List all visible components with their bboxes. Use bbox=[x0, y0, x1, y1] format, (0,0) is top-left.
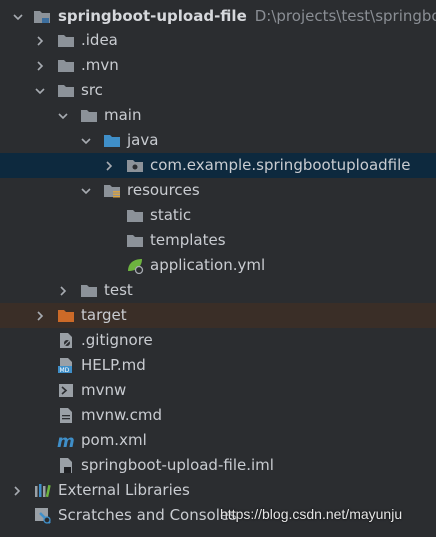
tree-label-external-libraries: External Libraries bbox=[58, 481, 190, 499]
tree-row-mvn[interactable]: .mvn bbox=[0, 53, 436, 78]
svg-text:MD: MD bbox=[60, 367, 70, 374]
tree-label-mvnw-cmd: mvnw.cmd bbox=[81, 406, 163, 424]
chevron-right-icon[interactable] bbox=[33, 303, 47, 328]
tree-row-iml[interactable]: springboot-upload-file.iml bbox=[0, 453, 436, 478]
tree-row-java[interactable]: java bbox=[0, 128, 436, 153]
folder-icon bbox=[126, 207, 144, 224]
tree-label-static: static bbox=[150, 206, 192, 224]
folder-icon bbox=[126, 232, 144, 249]
tree-row-gitignore[interactable]: .gitignore bbox=[0, 328, 436, 353]
tree-label-src: src bbox=[81, 81, 103, 99]
watermark-text: https://blog.csdn.net/mayunju bbox=[220, 506, 403, 522]
maven-icon: m bbox=[57, 432, 75, 449]
tree-label-package: com.example.springbootuploadfile bbox=[150, 156, 411, 174]
tree-label-java: java bbox=[127, 131, 159, 149]
spring-config-icon bbox=[126, 257, 144, 274]
text-file-icon bbox=[57, 407, 75, 424]
tree-label-application-yml: application.yml bbox=[150, 256, 266, 274]
script-file-icon bbox=[57, 382, 75, 399]
tree-label-mvnw: mvnw bbox=[81, 381, 127, 399]
tree-label-gitignore: .gitignore bbox=[81, 331, 153, 349]
chevron-down-icon[interactable] bbox=[33, 78, 47, 103]
resources-folder-icon bbox=[103, 182, 121, 199]
tree-label-templates: templates bbox=[150, 231, 226, 249]
tree-label-pom-xml: pom.xml bbox=[81, 431, 147, 449]
tree-label-scratches: Scratches and Consoles bbox=[58, 506, 237, 524]
chevron-down-icon[interactable] bbox=[11, 4, 25, 29]
folder-icon bbox=[57, 82, 75, 99]
tree-label-target: target bbox=[81, 306, 127, 324]
tree-row-pom-xml[interactable]: m pom.xml bbox=[0, 428, 436, 453]
tree-row-application-yml[interactable]: application.yml bbox=[0, 253, 436, 278]
tree-label-resources: resources bbox=[127, 181, 200, 199]
chevron-right-icon[interactable] bbox=[56, 278, 70, 303]
chevron-right-icon[interactable] bbox=[33, 28, 47, 53]
package-icon bbox=[126, 157, 144, 174]
chevron-down-icon[interactable] bbox=[56, 103, 70, 128]
tree-row-idea[interactable]: .idea bbox=[0, 28, 436, 53]
tree-row-help-md[interactable]: MD HELP.md bbox=[0, 353, 436, 378]
tree-row-main[interactable]: main bbox=[0, 103, 436, 128]
source-folder-icon bbox=[103, 132, 121, 149]
tree-label-mvn: .mvn bbox=[81, 56, 119, 74]
tree-row-src[interactable]: src bbox=[0, 78, 436, 103]
tree-row-mvnw-cmd[interactable]: mvnw.cmd bbox=[0, 403, 436, 428]
tree-label-main: main bbox=[104, 106, 142, 124]
project-path: D:\projects\test\springboot-upload-file bbox=[254, 7, 436, 25]
tree-row-target[interactable]: target bbox=[0, 303, 436, 328]
gitignore-file-icon bbox=[57, 332, 75, 349]
project-name: springboot-upload-file bbox=[58, 7, 247, 25]
chevron-right-icon[interactable] bbox=[102, 153, 116, 178]
folder-icon bbox=[80, 282, 98, 299]
project-tree: springboot-upload-file D:\projects\test\s… bbox=[0, 0, 436, 537]
project-folder-icon bbox=[33, 8, 51, 25]
folder-icon bbox=[80, 107, 98, 124]
tree-label-help-md: HELP.md bbox=[81, 356, 146, 374]
markdown-file-icon: MD bbox=[57, 357, 75, 374]
chevron-right-icon[interactable] bbox=[10, 478, 24, 503]
module-file-icon bbox=[57, 457, 75, 474]
tree-row-static[interactable]: static bbox=[0, 203, 436, 228]
tree-row-test[interactable]: test bbox=[0, 278, 436, 303]
tree-row-mvnw[interactable]: mvnw bbox=[0, 378, 436, 403]
libraries-icon bbox=[34, 482, 52, 499]
folder-icon bbox=[57, 32, 75, 49]
tree-label-idea: .idea bbox=[81, 31, 118, 49]
tree-row-templates[interactable]: templates bbox=[0, 228, 436, 253]
chevron-down-icon[interactable] bbox=[79, 128, 93, 153]
excluded-folder-icon bbox=[57, 307, 75, 324]
tree-row-resources[interactable]: resources bbox=[0, 178, 436, 203]
chevron-right-icon[interactable] bbox=[33, 53, 47, 78]
folder-icon bbox=[57, 57, 75, 74]
tree-row-project-root[interactable]: springboot-upload-file D:\projects\test\s… bbox=[0, 4, 436, 29]
tree-label-iml: springboot-upload-file.iml bbox=[81, 456, 274, 474]
scratches-icon bbox=[34, 507, 52, 524]
chevron-down-icon[interactable] bbox=[79, 178, 93, 203]
tree-label-test: test bbox=[104, 281, 133, 299]
svg-text:m: m bbox=[57, 432, 75, 449]
tree-row-package[interactable]: com.example.springbootuploadfile bbox=[0, 153, 436, 178]
tree-row-external-libraries[interactable]: External Libraries bbox=[0, 478, 436, 503]
